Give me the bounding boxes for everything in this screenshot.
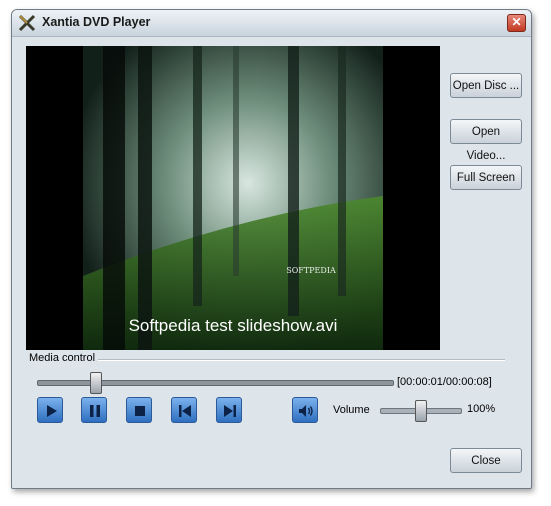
video-display[interactable]: SOFTPEDIA Softpedia test slideshow.avi bbox=[26, 46, 440, 350]
window-title: Xantia DVD Player bbox=[42, 15, 151, 29]
open-video-button[interactable]: Open Video... bbox=[450, 119, 522, 162]
close-button[interactable]: Close bbox=[450, 448, 522, 473]
skip-back-icon bbox=[179, 405, 191, 417]
stop-button[interactable] bbox=[126, 397, 152, 423]
window-close-button[interactable]: ✕ bbox=[507, 14, 526, 32]
volume-slider[interactable] bbox=[380, 400, 462, 422]
seek-slider[interactable] bbox=[37, 372, 394, 394]
open-disc-button[interactable]: Open Disc ... bbox=[450, 73, 522, 98]
pause-button[interactable] bbox=[81, 397, 107, 423]
stop-icon bbox=[135, 406, 145, 416]
speaker-icon bbox=[299, 405, 313, 417]
video-frame-image: SOFTPEDIA bbox=[83, 46, 383, 350]
pause-icon bbox=[90, 405, 100, 417]
next-button[interactable] bbox=[216, 397, 242, 423]
video-subtitle: Softpedia test slideshow.avi bbox=[128, 316, 338, 335]
main-window: Xantia DVD Player ✕ SOFTPEDIA Softpedia … bbox=[11, 9, 532, 489]
volume-slider-thumb[interactable] bbox=[415, 400, 427, 422]
full-screen-button[interactable]: Full Screen bbox=[450, 165, 522, 190]
previous-button[interactable] bbox=[171, 397, 197, 423]
play-icon bbox=[47, 405, 57, 417]
app-logo-icon bbox=[18, 14, 36, 32]
media-control-label: Media control bbox=[26, 352, 99, 364]
title-bar[interactable]: Xantia DVD Player ✕ bbox=[12, 10, 531, 37]
skip-forward-icon bbox=[224, 405, 236, 417]
mute-button[interactable] bbox=[292, 397, 318, 423]
seek-slider-thumb[interactable] bbox=[90, 372, 102, 394]
video-watermark: SOFTPEDIA bbox=[286, 266, 336, 275]
volume-value: 100% bbox=[467, 403, 496, 415]
play-button[interactable] bbox=[37, 397, 63, 423]
time-display: [00:00:01/00:00:08] bbox=[397, 376, 492, 388]
volume-label: Volume bbox=[333, 404, 370, 416]
